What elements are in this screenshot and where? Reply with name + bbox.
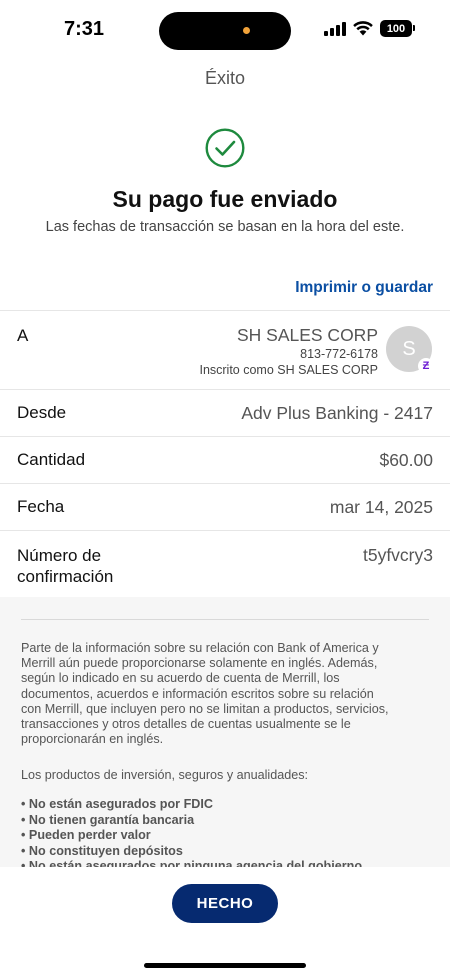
disclosure-line: Parte de la información sobre su relació… [21, 641, 379, 655]
language-disclosure: Parte de la información sobre su relació… [21, 641, 431, 747]
confirmation-number-value: t5yfvcry3 [362, 545, 433, 565]
zelle-icon: Ƶ [418, 358, 434, 374]
footer: HECHO [0, 867, 450, 976]
battery-icon: 100 [380, 20, 415, 37]
detail-row-date: Fecha mar 14, 2025 [0, 483, 450, 530]
wifi-icon [353, 21, 373, 36]
disclosure-line: Merrill aún puede proporcionarse solamen… [21, 656, 378, 671]
disclosure-line: documentos, acuerdos e información escri… [21, 686, 374, 701]
payment-details: A SH SALES CORP 813-772-6178 Inscrito co… [0, 310, 450, 600]
home-indicator[interactable] [144, 963, 306, 968]
list-item: No tienen garantía bancaria [21, 813, 362, 829]
screen-title: Éxito [204, 68, 246, 88]
disclosure-line: con Merrill, que incluyen pero no se lim… [21, 701, 389, 716]
disclosure-line: transacciones y otros detalles de cuenta… [21, 717, 351, 732]
privacy-indicator-dot [243, 27, 250, 34]
from-account: Adv Plus Banking - 2417 [241, 403, 433, 423]
investment-disclosure-intro: Los productos de inversión, seguros y an… [21, 768, 309, 782]
zelle-badge-glyph: Ƶ [422, 360, 430, 372]
list-item: No constituyen depósitos [21, 844, 362, 860]
done-button[interactable]: HECHO [172, 884, 278, 923]
status-icons: 100 [324, 20, 415, 37]
investment-disclosure-list: No están asegurados por FDIC No tienen g… [21, 797, 362, 867]
confirmation-number-label: Número de confirmación [17, 546, 114, 586]
dynamic-island [159, 12, 291, 50]
to-label: A [17, 326, 29, 345]
battery-level: 100 [386, 22, 406, 35]
payee-enrolled-name: Inscrito como SH SALES CORP [199, 363, 378, 377]
cellular-signal-icon [324, 21, 346, 36]
from-label: Desde [17, 403, 67, 422]
detail-row-from: Desde Adv Plus Banking - 2417 [0, 389, 450, 436]
status-time: 7:31 [64, 18, 105, 40]
disclosure-line: proporcionarán en inglés. [21, 732, 164, 747]
amount-label: Cantidad [17, 450, 86, 469]
confirmation-headline: Su pago fue enviado [112, 186, 338, 212]
list-item: No están asegurados por FDIC [21, 797, 362, 813]
date-value: mar 14, 2025 [329, 497, 433, 517]
status-bar: 7:31 100 [0, 0, 450, 58]
detail-row-to: A SH SALES CORP 813-772-6178 Inscrito co… [0, 310, 450, 389]
disclosure-line: según lo indicado en su acuerdo de cuent… [21, 671, 340, 686]
detail-row-amount: Cantidad $60.00 [0, 436, 450, 483]
avatar-initial: S [402, 337, 416, 360]
amount-value: $60.00 [379, 450, 433, 470]
payee-phone: 813-772-6178 [300, 347, 378, 361]
divider [21, 619, 429, 620]
list-item: Pueden perder valor [21, 828, 362, 844]
payee-name: SH SALES CORP [236, 325, 378, 345]
print-or-save-link[interactable]: Imprimir o guardar [295, 279, 433, 297]
disclosure-section[interactable]: Parte de la información sobre su relació… [0, 597, 450, 867]
timezone-note: Las fechas de transacción se basan en la… [45, 219, 405, 235]
list-item: No están asegurados por ninguna agencia … [21, 859, 362, 867]
detail-row-confirmation: Número de confirmación t5yfvcry3 [0, 530, 450, 600]
check-circle-icon [205, 128, 245, 168]
date-label: Fecha [17, 497, 65, 516]
